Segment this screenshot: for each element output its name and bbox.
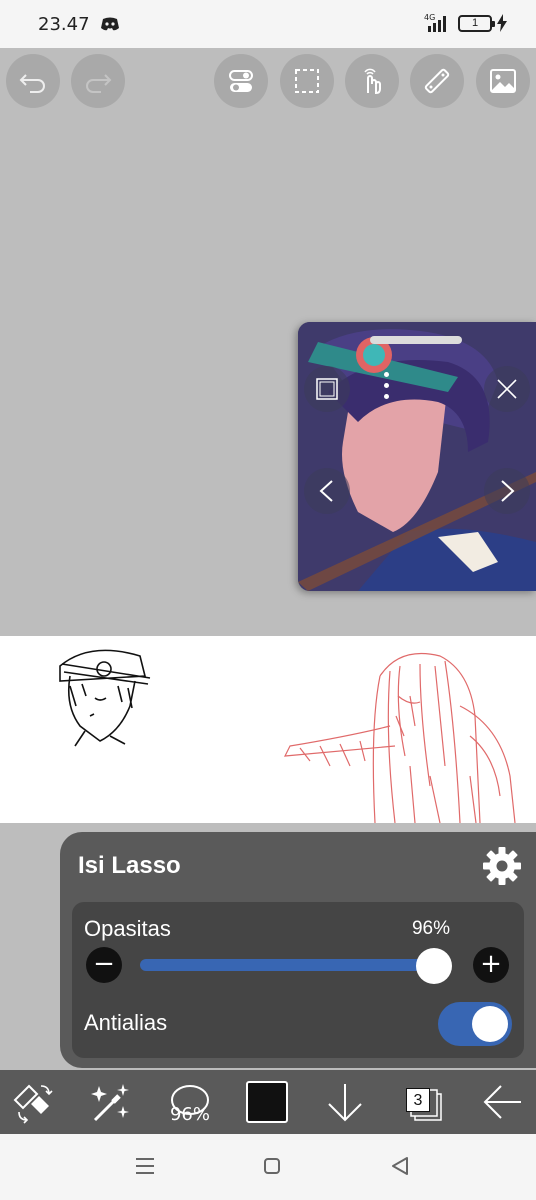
redo-button[interactable]: [71, 54, 125, 108]
bottom-toolbar: 96% 3: [0, 1070, 536, 1134]
opacity-decrease-button[interactable]: −: [86, 947, 122, 983]
square-icon: [316, 378, 338, 400]
reference-menu-icon[interactable]: [384, 372, 390, 405]
arrow-down-icon: [328, 1084, 362, 1122]
ruler-icon: [424, 68, 450, 94]
eraser-switch-icon: [13, 1084, 53, 1124]
panel-settings: Opasitas 96% − + Antialias: [72, 902, 524, 1058]
brush-size-value: 96%: [169, 1104, 210, 1125]
reference-window[interactable]: [298, 322, 536, 591]
battery-icon: 1: [458, 15, 495, 32]
toggle-knob: [472, 1006, 508, 1042]
system-nav-bar: [0, 1134, 536, 1200]
next-icon: [501, 480, 515, 502]
network-label: 4G: [424, 13, 435, 22]
layer-count: 3: [406, 1088, 430, 1112]
opacity-increase-button[interactable]: +: [473, 947, 509, 983]
reference-image-button[interactable]: [476, 54, 530, 108]
antialias-label: Antialias: [84, 1010, 168, 1035]
undo-button[interactable]: [6, 54, 60, 108]
brush-size-button[interactable]: 96%: [165, 1078, 215, 1126]
selection-button[interactable]: [280, 54, 334, 108]
toggle-settings-icon: [229, 70, 253, 92]
magic-wand-button[interactable]: [86, 1078, 136, 1126]
color-button[interactable]: [242, 1078, 292, 1126]
back-nav-icon[interactable]: [388, 1154, 412, 1178]
layers-button[interactable]: 3: [398, 1078, 448, 1126]
antialias-toggle[interactable]: [438, 1002, 512, 1046]
hand-button[interactable]: [345, 54, 399, 108]
tool-switch-button[interactable]: [8, 1078, 58, 1126]
move-down-button[interactable]: [320, 1078, 370, 1126]
toggle-settings-button[interactable]: [214, 54, 268, 108]
charging-icon: [497, 14, 507, 32]
discord-icon: [101, 17, 119, 31]
gear-icon[interactable]: [482, 846, 522, 886]
opacity-value: 96%: [411, 918, 450, 939]
panel-title: Isi Lasso: [78, 852, 181, 879]
ruler-button[interactable]: [410, 54, 464, 108]
opacity-slider-track[interactable]: [140, 959, 440, 971]
selection-icon: [295, 69, 319, 93]
undo-icon: [19, 74, 45, 93]
reference-close-button[interactable]: [484, 366, 530, 412]
signal-icon: 4G: [424, 13, 446, 32]
back-button[interactable]: [478, 1078, 528, 1126]
image-icon: [490, 69, 516, 93]
status-bar: 23.47 4G 1: [0, 0, 536, 48]
opacity-label: Opasitas: [84, 916, 171, 941]
magic-wand-icon: [91, 1084, 129, 1122]
color-swatch: [246, 1081, 288, 1123]
home-icon[interactable]: [260, 1154, 284, 1178]
opacity-slider-handle[interactable]: [416, 948, 452, 984]
close-icon: [497, 379, 517, 399]
recent-apps-icon[interactable]: [133, 1154, 157, 1178]
hand-icon: [364, 68, 381, 95]
fill-lasso-panel: Isi Lasso Opasitas 96% − + Antialias: [60, 832, 536, 1068]
previous-icon: [319, 480, 333, 502]
reference-drag-bar[interactable]: [370, 336, 462, 344]
status-time: 23.47: [38, 14, 90, 35]
canvas-artwork: [59, 649, 516, 823]
reference-previous-button[interactable]: [304, 468, 350, 514]
reference-image: [298, 322, 536, 591]
redo-icon: [86, 74, 112, 93]
reference-next-button[interactable]: [484, 468, 530, 514]
arrow-left-icon: [483, 1085, 521, 1119]
drawing-canvas[interactable]: [0, 636, 536, 823]
reference-fit-button[interactable]: [304, 366, 350, 412]
